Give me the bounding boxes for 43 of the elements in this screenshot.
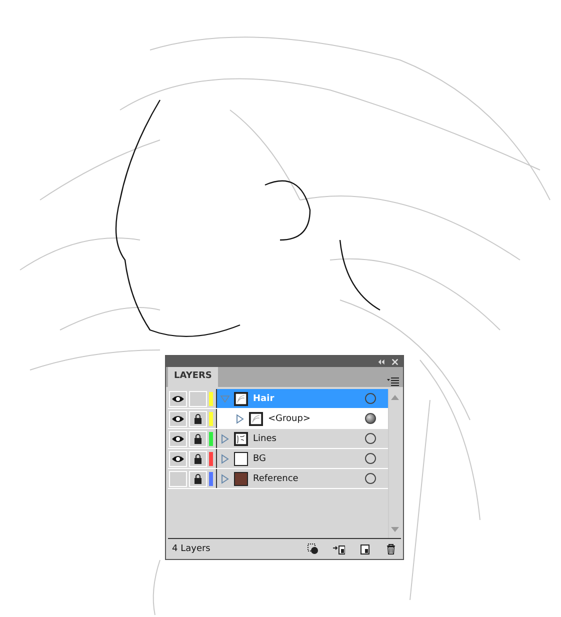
lock-toggle[interactable] [189,470,207,486]
lock-toggle[interactable] [189,410,207,426]
close-icon[interactable] [391,358,399,366]
layer-row[interactable]: Lines [217,429,388,448]
layer-thumbnail [234,452,248,466]
new-layer-icon[interactable] [359,543,371,555]
lock-toggle[interactable] [189,450,207,466]
trash-icon[interactable] [385,543,397,555]
target-circle-icon[interactable] [365,413,376,424]
lock-icon[interactable] [194,434,202,444]
eye-icon[interactable] [172,414,184,422]
layer-row[interactable]: <Group> [217,409,388,428]
visibility-toggle[interactable] [169,430,187,446]
photo-placeholder [234,472,248,486]
eye-icon[interactable] [172,454,184,462]
visibility-toggle[interactable] [169,470,187,486]
lock-icon[interactable] [194,414,202,424]
layer-row[interactable]: BG [217,449,388,468]
new-sublayer-icon[interactable] [333,543,345,555]
expand-triangle-icon[interactable] [220,474,230,484]
lock-icon[interactable] [194,454,202,464]
visibility-toggle[interactable] [169,450,187,466]
clipping-mask-icon[interactable] [307,543,319,555]
layer-thumbnail [249,412,263,426]
expand-triangle-icon[interactable] [220,454,230,464]
layer-row[interactable]: Reference [217,469,388,488]
visibility-toggle[interactable] [169,390,187,406]
lock-toggle[interactable] [189,430,207,446]
visibility-toggle[interactable] [169,410,187,426]
target-circle-icon[interactable] [365,473,376,484]
lock-icon[interactable] [194,474,202,484]
layer-thumbnail [234,392,248,406]
expand-triangle-icon[interactable] [235,414,245,424]
eye-icon[interactable] [172,394,184,402]
target-circle-icon[interactable] [365,433,376,444]
layer-count: 4 Layers [172,544,212,554]
expand-triangle-icon[interactable] [220,434,230,444]
layer-thumbnail [234,432,248,446]
eye-icon[interactable] [172,434,184,442]
lock-toggle[interactable] [189,390,207,406]
panel-menu-icon[interactable] [387,375,399,387]
target-circle-icon[interactable] [365,453,376,464]
layers-tab[interactable]: LAYERS [168,367,218,387]
